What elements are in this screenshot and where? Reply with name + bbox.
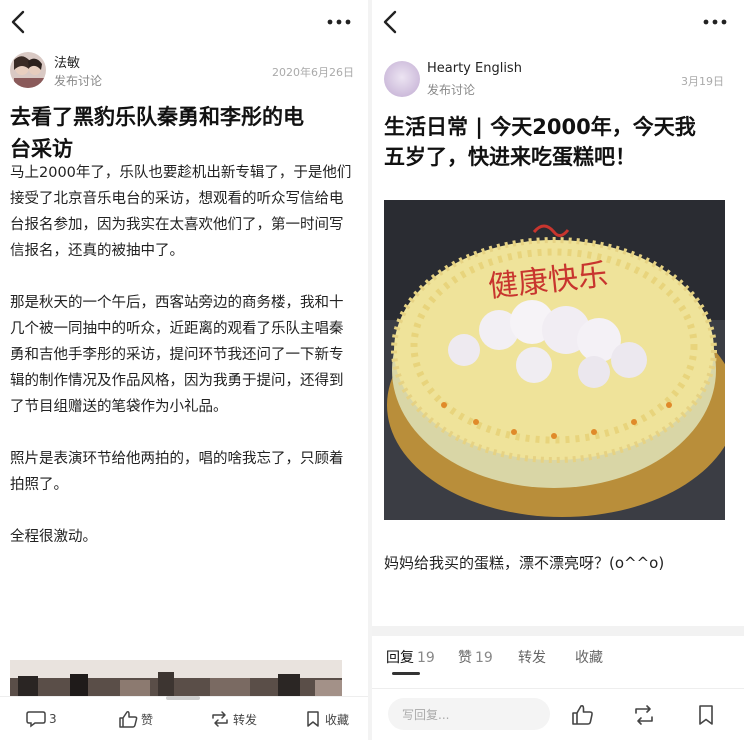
back-arrow-icon[interactable] xyxy=(8,9,30,35)
tab-shares[interactable]: 转发 xyxy=(518,647,546,667)
reply-placeholder: 写回复... xyxy=(402,708,450,722)
tab-collects[interactable]: 收藏 xyxy=(575,647,603,667)
collect-label: 收藏 xyxy=(325,712,350,727)
tab-likes[interactable]: 赞 19 xyxy=(458,647,493,667)
like-button[interactable]: 赞 xyxy=(118,709,153,729)
tab-label: 转发 xyxy=(518,650,546,666)
collect-button[interactable]: 收藏 xyxy=(304,709,349,729)
cake-photo[interactable]: 健康快乐 xyxy=(384,200,725,520)
avatar[interactable] xyxy=(384,61,420,97)
more-options-icon[interactable] xyxy=(702,12,728,32)
tab-label: 收藏 xyxy=(575,650,603,666)
interaction-tabs: 回复 19 赞 19 转发 收藏 xyxy=(372,636,744,689)
comment-count: 3 xyxy=(49,712,57,726)
body-paragraph: 那是秋天的一个午后，西客站旁边的商务楼，我和十几个被一同抽中的听众，近距离的观看… xyxy=(10,295,344,415)
bookmark-icon xyxy=(307,711,319,727)
bottom-reply-bar: 写回复... xyxy=(372,690,744,740)
active-tab-indicator xyxy=(392,672,420,675)
post-title-line-1: 生活日常 | 今天2000年，今天我 xyxy=(384,115,696,139)
tab-count: 19 xyxy=(475,650,493,666)
left-post-screen: 法敏 发布讨论 2020年6月26日 去看了黑豹乐队秦勇和李彤的电 台采访 马上… xyxy=(0,0,368,740)
share-button[interactable]: 转发 xyxy=(210,709,257,729)
reply-input[interactable]: 写回复... xyxy=(388,698,550,730)
bottom-action-bar: 3 赞 转发 收藏 xyxy=(0,696,368,740)
back-arrow-icon[interactable] xyxy=(380,9,402,35)
body-paragraph: 马上2000年了，乐队也要趁机出新专辑了，于是他们接受了北京音乐电台的采访，想观… xyxy=(10,165,352,259)
tab-label: 回复 xyxy=(386,650,414,666)
comment-icon xyxy=(26,711,46,728)
post-title-line-1: 去看了黑豹乐队秦勇和李彤的电 xyxy=(10,105,304,129)
author-row: Hearty English 发布讨论 3月19日 xyxy=(372,57,744,101)
tab-replies[interactable]: 回复 19 xyxy=(386,647,435,667)
author-name[interactable]: 法敏 xyxy=(54,52,80,71)
right-post-screen: Hearty English 发布讨论 3月19日 生活日常 | 今天2000年… xyxy=(372,0,744,740)
more-options-icon[interactable] xyxy=(326,12,352,32)
tab-count: 19 xyxy=(417,650,435,666)
drag-handle[interactable] xyxy=(166,696,200,700)
post-date: 2020年6月26日 xyxy=(272,66,354,79)
repost-icon[interactable] xyxy=(632,703,656,727)
avatar[interactable] xyxy=(10,52,46,88)
post-title-line-2: 五岁了，快进来吃蛋糕吧！ xyxy=(384,145,636,169)
post-photo-preview[interactable] xyxy=(10,660,342,696)
section-separator xyxy=(372,626,744,636)
repost-icon xyxy=(212,711,228,727)
post-action-label: 发布讨论 xyxy=(54,74,103,88)
post-body: 马上2000年了，乐队也要趁机出新专辑了，于是他们接受了北京音乐电台的采访，想观… xyxy=(10,160,356,576)
body-paragraph: 全程很激动。 xyxy=(10,529,97,545)
comment-button[interactable]: 3 xyxy=(26,709,57,729)
like-label: 赞 xyxy=(141,712,154,727)
bookmark-icon[interactable] xyxy=(694,703,718,727)
share-label: 转发 xyxy=(233,712,258,727)
post-caption: 妈妈给我买的蛋糕，漂不漂亮呀？(o^^o) xyxy=(384,554,665,572)
top-bar xyxy=(0,0,368,44)
top-bar xyxy=(372,0,744,44)
thumbs-up-icon xyxy=(119,711,138,728)
thumbs-up-icon[interactable] xyxy=(570,703,594,727)
author-name[interactable]: Hearty English xyxy=(427,61,522,76)
tab-divider xyxy=(372,688,744,689)
body-paragraph: 照片是表演环节给他两拍的，唱的啥我忘了，只顾着拍照了。 xyxy=(10,451,344,493)
author-row: 法敏 发布讨论 2020年6月26日 xyxy=(0,48,368,92)
tab-label: 赞 xyxy=(458,650,472,666)
post-action-label: 发布讨论 xyxy=(427,83,476,97)
post-date: 3月19日 xyxy=(681,75,724,88)
